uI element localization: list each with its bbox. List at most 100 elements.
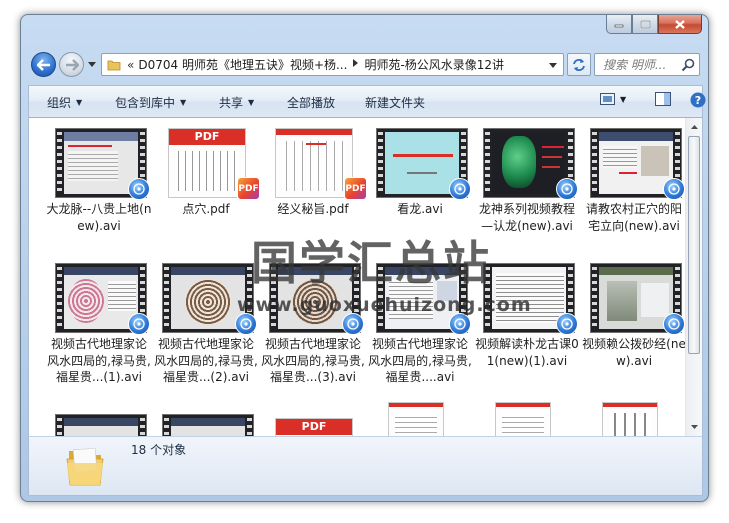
file-name: 视频古代地理家论风水四局的,禄马贵,福星贵...(1).avi [47,337,151,384]
dropdown-arrow-icon: ▼ [248,98,255,107]
forward-button[interactable] [59,52,84,77]
view-icon [600,93,615,105]
overflow-chevron[interactable]: « [127,58,134,72]
media-player-icon [663,178,685,200]
video-thumbnail [590,263,685,335]
file-name: 视频赖公拨砂经(new).avi [582,337,686,368]
file-item[interactable]: 大龙脉--八贵上地(new).avi [46,128,152,234]
file-item[interactable]: 龙神系列视频教程—认龙(new).avi [474,128,580,234]
preview-pane-button[interactable] [655,92,671,106]
help-icon: ? [690,92,706,108]
video-thumbnail [55,414,147,436]
video-thumbnail [590,128,685,200]
view-options-button[interactable]: ▼ [600,92,626,106]
file-name: 看龙.avi [397,202,443,216]
breadcrumb-separator-icon[interactable] [353,59,359,70]
video-thumbnail [483,128,578,200]
file-item[interactable]: PDF PDF 点穴.pdf [153,128,260,234]
organize-menu[interactable]: 组织 ▼ [47,94,82,111]
back-button[interactable] [31,52,56,77]
file-item[interactable] [474,402,580,436]
arrow-left-icon [36,58,50,71]
file-item[interactable]: PDF [260,418,366,436]
file-name: 视频古代地理家论风水四局的,禄马贵,福星贵....avi [368,337,472,384]
file-item[interactable] [581,402,687,436]
file-item[interactable]: 视频古代地理家论风水四局的,禄马贵,福星贵...(1).avi [46,263,152,403]
media-player-icon [449,313,471,335]
media-player-icon [663,313,685,335]
media-player-icon [128,313,150,335]
file-item[interactable] [367,402,473,436]
file-item[interactable]: 视频古代地理家论风水四局的,禄马贵,福星贵...(2).avi [153,263,259,403]
maximize-icon [639,19,651,29]
search-icon[interactable] [681,58,695,72]
scroll-up-button[interactable] [686,119,702,135]
file-item[interactable]: 请教农村正穴的阳宅立向(new).avi [581,128,687,234]
play-all-label: 全部播放 [287,96,336,110]
chevron-up-icon [690,125,698,129]
new-folder-button[interactable]: 新建文件夹 [365,94,425,111]
navigation-bar: « D0704 明师苑《地理五诀》视频+杨... 明师苑-杨公风水录像12讲 搜… [21,47,708,81]
media-player-icon [235,313,257,335]
file-name: 视频古代地理家论风水四局的,禄马贵,福星贵...(2).avi [154,337,258,384]
refresh-button[interactable] [567,53,591,76]
video-thumbnail [376,128,471,200]
caption-buttons [606,15,702,35]
search-placeholder: 搜索 明师... [603,58,667,72]
address-dropdown-button[interactable] [546,58,560,72]
search-input[interactable]: 搜索 明师... [594,53,700,76]
dropdown-arrow-icon: ▼ [620,94,627,104]
minimize-icon [614,24,624,28]
breadcrumb-parent[interactable]: D0704 明师苑《地理五诀》视频+杨... [138,56,347,73]
share-label: 共享 [219,96,244,110]
pdf-thumbnail [590,402,682,436]
pdf-icon: PDF [237,177,260,200]
chevron-down-icon [690,425,698,429]
chevron-down-icon [549,62,557,68]
file-item[interactable]: 看龙.avi [367,128,473,234]
video-thumbnail [55,263,150,335]
file-item[interactable]: 视频赖公拨砂经(new).avi [581,263,687,403]
include-in-library-menu[interactable]: 包含到库中 ▼ [115,94,186,111]
folder-icon [66,447,104,486]
share-menu[interactable]: 共享 ▼ [219,94,254,111]
video-thumbnail [162,414,254,436]
close-button[interactable] [658,15,702,34]
include-in-library-label: 包含到库中 [115,96,176,110]
pdf-thumbnail: PDF [269,418,361,436]
video-thumbnail [55,128,150,200]
command-bar: 组织 ▼ 包含到库中 ▼ 共享 ▼ 全部播放 新建文件夹 ▼ ? [28,85,706,118]
item-count: 18 个对象 [131,443,187,457]
address-bar[interactable]: « D0704 明师苑《地理五诀》视频+杨... 明师苑-杨公风水录像12讲 [101,53,564,76]
file-item[interactable] [153,414,259,436]
file-name: 请教农村正穴的阳宅立向(new).avi [585,202,682,233]
file-name: 经义秘旨.pdf [277,202,349,216]
scroll-down-button[interactable] [686,419,702,435]
scrollbar-thumb[interactable] [688,136,700,354]
pdf-thumbnail [483,402,575,436]
recent-pages-button[interactable] [87,59,97,69]
file-name: 视频古代地理家论风水四局的,禄马贵,福星贵...(3).avi [261,337,365,384]
media-player-icon [449,178,471,200]
minimize-button[interactable] [606,15,632,34]
folder-icon [105,56,123,74]
new-folder-label: 新建文件夹 [365,96,426,110]
maximize-button[interactable] [632,15,658,34]
file-item[interactable] [46,414,152,436]
media-player-icon [556,178,578,200]
dropdown-arrow-icon: ▼ [180,98,187,107]
pdf-icon: PDF [344,177,367,200]
file-name: 点穴.pdf [182,202,230,216]
preview-pane-icon [655,92,671,106]
help-button[interactable]: ? [690,92,706,108]
close-icon [675,19,685,29]
watermark-title: 国学汇总站 [251,236,491,290]
svg-text:?: ? [695,94,701,107]
file-item[interactable]: PDF 经义秘旨.pdf [260,128,367,234]
chevron-down-icon [88,61,96,67]
breadcrumb-current[interactable]: 明师苑-杨公风水录像12讲 [364,56,504,73]
vertical-scrollbar[interactable] [685,118,702,436]
arrow-right-icon [65,58,79,71]
play-all-button[interactable]: 全部播放 [287,94,335,111]
pdf-thumbnail: PDF PDF [162,128,260,200]
